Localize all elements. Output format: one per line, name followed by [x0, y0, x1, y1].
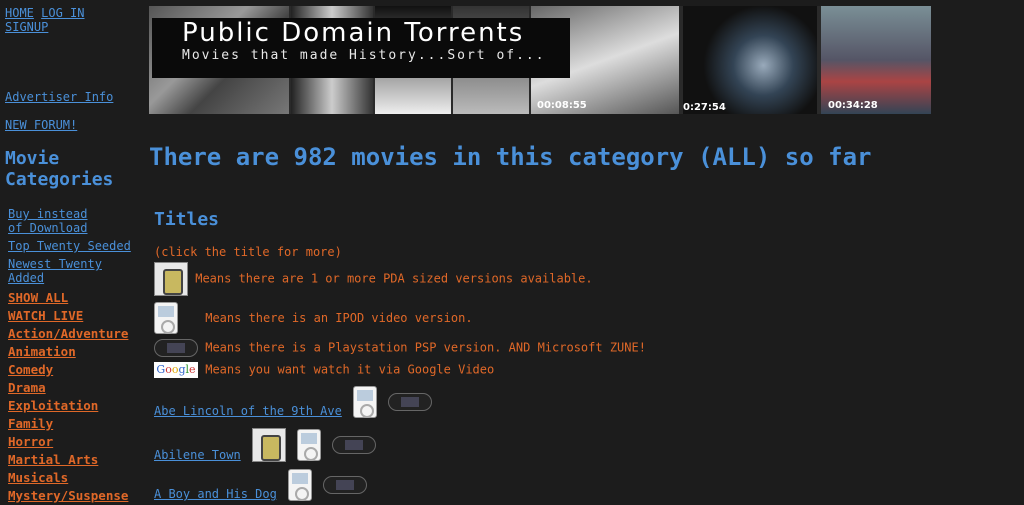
- legend-pda: Means there are 1 or more PDA sized vers…: [154, 262, 593, 296]
- frame-timestamp: 00:08:55: [537, 100, 587, 111]
- left-sidebar: HOME LOG IN SIGNUP Advertiser Info NEW F…: [0, 0, 145, 505]
- ipod-icon[interactable]: [353, 386, 378, 418]
- banner-subtitle: Movies that made History...Sort of...: [182, 48, 546, 63]
- category-drama[interactable]: Drama: [8, 379, 145, 397]
- film-frame: [821, 6, 931, 114]
- site-banner[interactable]: Public Domain Torrents Movies that made …: [149, 6, 931, 114]
- ipod-icon[interactable]: [288, 469, 313, 501]
- category-horror[interactable]: Horror: [8, 433, 145, 451]
- signup-link[interactable]: SIGNUP: [5, 20, 48, 34]
- titles-heading: Titles: [154, 209, 220, 230]
- page: HOME LOG IN SIGNUP Advertiser Info NEW F…: [0, 0, 1024, 505]
- buy-instead-link[interactable]: Buy instead of Download: [8, 207, 98, 235]
- login-link[interactable]: LOG IN: [41, 6, 84, 20]
- frame-timestamp: 00:34:28: [828, 100, 878, 111]
- category-show-all[interactable]: SHOW ALL: [8, 289, 145, 307]
- new-forum-link[interactable]: NEW FORUM!: [5, 118, 77, 132]
- movie-title-link[interactable]: Abilene Town: [154, 448, 241, 462]
- frame-timestamp: 0:27:54: [683, 102, 726, 113]
- film-frame: [683, 6, 817, 114]
- home-link[interactable]: HOME: [5, 6, 34, 20]
- page-headline: There are 982 movies in this category (A…: [149, 143, 872, 171]
- category-exploitation[interactable]: Exploitation: [8, 397, 145, 415]
- psp-icon[interactable]: [388, 393, 433, 411]
- category-mystery-suspense[interactable]: Mystery/Suspense: [8, 487, 145, 505]
- click-hint: (click the title for more): [154, 245, 342, 259]
- list-item: Abe Lincoln of the 9th Ave: [154, 386, 433, 418]
- category-comedy[interactable]: Comedy: [8, 361, 145, 379]
- legend-ipod-text: Means there is an IPOD video version.: [205, 310, 473, 325]
- google-video-icon: Google: [154, 362, 198, 378]
- newest-twenty-link[interactable]: Newest Twenty Added: [8, 257, 118, 285]
- legend-google: Google Means you want watch it via Googl…: [154, 362, 494, 378]
- list-item: Abilene Town: [154, 428, 377, 462]
- movie-title-link[interactable]: A Boy and His Dog: [154, 487, 277, 501]
- movie-title-link[interactable]: Abe Lincoln of the 9th Ave: [154, 404, 342, 418]
- legend-pda-text: Means there are 1 or more PDA sized vers…: [195, 271, 593, 286]
- movie-categories-heading: Movie Categories: [5, 148, 114, 190]
- category-action-adventure[interactable]: Action/Adventure: [8, 325, 145, 343]
- category-list: Buy instead of Download Top Twenty Seede…: [8, 207, 145, 505]
- category-family[interactable]: Family: [8, 415, 145, 433]
- legend-google-text: Means you want watch it via Google Video: [205, 362, 495, 377]
- psp-icon[interactable]: [323, 476, 368, 494]
- advertiser-info-link[interactable]: Advertiser Info: [5, 90, 113, 104]
- psp-icon: [154, 339, 198, 357]
- pda-icon[interactable]: [251, 428, 286, 462]
- legend-ipod: Means there is an IPOD video version.: [154, 302, 473, 334]
- top-links: HOME LOG IN SIGNUP: [5, 6, 85, 34]
- top-twenty-link[interactable]: Top Twenty Seeded: [8, 239, 145, 253]
- main-content: Public Domain Torrents Movies that made …: [145, 0, 1024, 505]
- pda-icon: [154, 262, 188, 296]
- category-animation[interactable]: Animation: [8, 343, 145, 361]
- legend-psp-text: Means there is a Playstation PSP version…: [205, 340, 646, 355]
- legend-psp: Means there is a Playstation PSP version…: [154, 339, 646, 357]
- ipod-icon[interactable]: [297, 429, 322, 461]
- category-martial-arts[interactable]: Martial Arts: [8, 451, 145, 469]
- list-item: A Boy and His Dog: [154, 469, 368, 501]
- category-watch-live[interactable]: WATCH LIVE: [8, 307, 145, 325]
- category-musicals[interactable]: Musicals: [8, 469, 145, 487]
- ipod-icon: [154, 302, 178, 334]
- banner-title: Public Domain Torrents: [182, 18, 525, 48]
- psp-icon[interactable]: [332, 436, 377, 454]
